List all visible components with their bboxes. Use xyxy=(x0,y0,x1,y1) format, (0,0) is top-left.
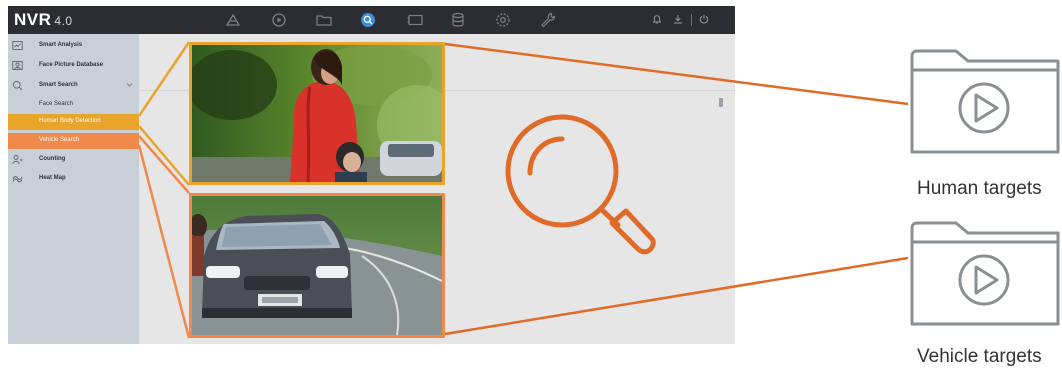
sidebar-item-label: Face Picture Database xyxy=(39,62,104,68)
sidebar-item-vehicle-search[interactable]: Vehicle Search xyxy=(8,133,139,149)
sidebar-item-label: Heat Map xyxy=(39,175,66,181)
sidebar-item-label: Smart Search xyxy=(39,82,78,88)
maintenance-icon[interactable] xyxy=(539,11,557,29)
sidebar-item-label: Counting xyxy=(39,156,66,162)
toolbar-divider xyxy=(691,14,692,26)
vehicle-scene-image xyxy=(192,196,442,335)
sidebar-item-face-search[interactable]: Face Search xyxy=(8,97,139,113)
system-settings-icon[interactable] xyxy=(494,11,512,29)
smart-analysis-icon xyxy=(12,40,23,51)
alarm-icon[interactable] xyxy=(651,13,663,25)
sidebar-item-heat-map[interactable]: Heat Map xyxy=(8,171,139,187)
human-targets-folder-icon[interactable] xyxy=(908,48,1062,158)
smart-search-icon xyxy=(12,80,23,91)
face-database-icon xyxy=(12,60,23,71)
sidebar-item-label: Vehicle Search xyxy=(39,137,80,143)
playback-icon[interactable] xyxy=(270,11,288,29)
human-detection-snapshot xyxy=(189,42,445,185)
sidebar-item-smart-analysis[interactable]: Smart Analysis xyxy=(8,38,139,54)
human-scene-image xyxy=(192,45,442,182)
sidebar-item-label: Human Body Detection xyxy=(39,118,101,124)
smart-analysis-icon[interactable] xyxy=(359,11,377,29)
download-icon[interactable] xyxy=(672,13,684,25)
configuration-icon[interactable] xyxy=(406,11,424,29)
live-view-icon[interactable] xyxy=(224,11,242,29)
logo-version: 4.0 xyxy=(54,14,73,28)
chevron-down-icon[interactable] xyxy=(126,81,133,88)
sidebar-item-human-body-detection[interactable]: Human Body Detection xyxy=(8,114,139,130)
storage-icon[interactable] xyxy=(449,11,467,29)
vehicle-targets-label: Vehicle targets xyxy=(917,346,1042,367)
sidebar: Smart Analysis Face Picture Database Sma… xyxy=(8,34,139,344)
logo-text: NVR xyxy=(14,10,52,29)
sidebar-item-smart-search[interactable]: Smart Search xyxy=(8,78,139,94)
scrollbar-handle[interactable] xyxy=(719,98,723,107)
sidebar-item-face-picture-database[interactable]: Face Picture Database xyxy=(8,58,139,74)
sidebar-item-counting[interactable]: Counting xyxy=(8,152,139,168)
heat-map-icon xyxy=(12,173,23,184)
power-icon[interactable] xyxy=(698,13,710,25)
app-logo: NVR 4.0 xyxy=(14,9,73,32)
human-targets-label: Human targets xyxy=(917,178,1042,199)
vehicle-targets-folder-icon[interactable] xyxy=(908,220,1062,330)
counting-icon xyxy=(12,154,23,165)
top-toolbar: NVR 4.0 xyxy=(8,6,735,34)
sidebar-item-label: Face Search xyxy=(39,101,74,107)
search-magnifier-icon xyxy=(500,101,660,261)
file-management-icon[interactable] xyxy=(315,11,333,29)
vehicle-search-snapshot xyxy=(189,193,445,338)
sidebar-item-label: Smart Analysis xyxy=(39,42,83,48)
